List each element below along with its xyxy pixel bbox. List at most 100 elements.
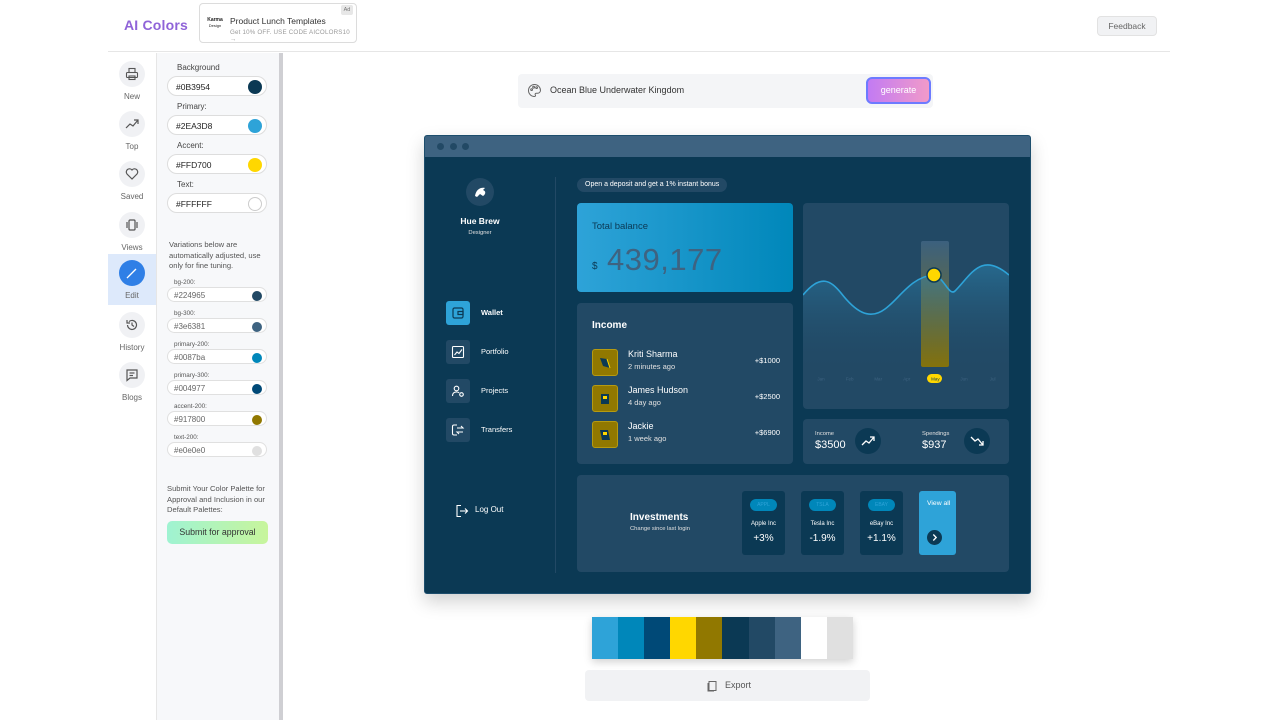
contact-name: James Hudson <box>628 385 689 395</box>
chart-line-icon <box>446 340 470 364</box>
view-all-button[interactable]: View all <box>919 491 956 555</box>
color-swatch[interactable] <box>248 80 262 94</box>
color-swatch[interactable] <box>252 352 262 363</box>
color-swatch[interactable] <box>252 290 262 301</box>
export-button[interactable]: Export <box>585 670 870 701</box>
text-color-field[interactable]: #FFFFFF <box>167 193 267 213</box>
balance-title: Total balance <box>592 221 648 232</box>
window-dot <box>437 143 444 150</box>
feedback-button[interactable]: Feedback <box>1097 16 1157 36</box>
color-swatch[interactable] <box>248 197 262 211</box>
stock-change: -1.9% <box>809 533 836 544</box>
stock-change: +3% <box>753 533 774 544</box>
variation-value: #004977 <box>174 384 206 393</box>
income-row[interactable]: James Hudson 4 day ago +$2500 <box>592 384 780 414</box>
palette-swatch[interactable] <box>696 617 723 659</box>
nav-item-new[interactable]: New <box>108 57 156 107</box>
chart-svg: Jan Feb Mar Apr May Jun Jul <box>803 241 1009 383</box>
nav-item-history[interactable]: History <box>108 308 156 358</box>
ad-subtitle: Get 10% OFF. USE CODE AICOLORS10 → <box>230 29 350 43</box>
stock-company: Tesla Inc <box>810 521 835 527</box>
palette-icon <box>527 83 542 103</box>
nav-item-edit[interactable]: Edit <box>108 254 156 305</box>
nav-item-blogs[interactable]: Blogs <box>108 358 156 408</box>
carousel-icon <box>119 212 145 238</box>
income-row[interactable]: Jackie 1 week ago +$6900 <box>592 420 780 450</box>
nav-item-saved[interactable]: Saved <box>108 157 156 207</box>
nav-item-top[interactable]: Top <box>108 107 156 157</box>
palette-swatch[interactable] <box>670 617 697 659</box>
total-balance-card: Total balance $ 439,177 <box>577 203 793 292</box>
accent-color-field[interactable]: #FFD700 <box>167 154 267 174</box>
palette-swatch[interactable] <box>800 617 827 659</box>
profile-role: Designer <box>468 230 492 236</box>
background-color-field[interactable]: #0B3954 <box>167 76 267 96</box>
chevron-right-icon <box>927 530 942 545</box>
income-spendings-card: Income $3500 Spendings $937 <box>803 419 1009 464</box>
stock-company: Apple Inc <box>750 521 777 527</box>
variation-field-bg-200[interactable]: #224965 <box>167 287 267 302</box>
editor-scrollbar[interactable] <box>279 53 283 720</box>
preview-nav-portfolio[interactable]: Portfolio <box>446 340 546 364</box>
palette-swatch[interactable] <box>592 617 619 659</box>
submit-for-approval-button[interactable]: Submit for approval <box>167 521 268 544</box>
chat-icon <box>119 362 145 388</box>
palette-swatch[interactable] <box>644 617 671 659</box>
contact-avatar <box>592 349 618 376</box>
prompt-input[interactable]: Ocean Blue Underwater Kingdom <box>550 85 684 95</box>
background-label: Background <box>177 63 220 72</box>
color-swatch[interactable] <box>248 119 262 133</box>
income-row[interactable]: Kriti Sharma 2 minutes ago +$1000 <box>592 348 780 378</box>
variation-value: #0087ba <box>174 353 206 362</box>
income-amount: +$6900 <box>754 428 780 437</box>
trending-up-icon[interactable] <box>855 428 881 454</box>
primary-color-field[interactable]: #2EA3D8 <box>167 115 267 135</box>
variation-field-bg-300[interactable]: #3e6381 <box>167 318 267 333</box>
color-swatch[interactable] <box>252 445 262 456</box>
palette-swatch[interactable] <box>774 617 801 659</box>
window-dot <box>450 143 457 150</box>
contact-time: 2 minutes ago <box>628 362 676 371</box>
palette-swatch[interactable] <box>826 617 853 659</box>
logout-button[interactable]: Log Out <box>453 503 533 519</box>
logout-icon <box>455 504 469 523</box>
month-labels: Jan Feb Mar Apr May Jun Jul <box>817 377 995 382</box>
stock-card[interactable]: TSLA Tesla Inc -1.9% <box>801 491 844 555</box>
month-label: Jan <box>817 377 825 382</box>
color-swatch[interactable] <box>252 414 262 425</box>
variation-value: #224965 <box>174 291 206 300</box>
preview-nav-projects[interactable]: Projects <box>446 379 546 403</box>
prompt-bar: Ocean Blue Underwater Kingdom generate <box>518 74 933 108</box>
variation-value: #917800 <box>174 415 206 424</box>
variations-note: Variations below are automatically adjus… <box>169 240 261 270</box>
brand-logo[interactable]: AI Colors <box>124 17 188 33</box>
nav-label: Projects <box>481 386 509 395</box>
user-gear-icon <box>446 379 470 403</box>
ad-banner[interactable]: Karma Design Product Lunch Templates Get… <box>199 3 357 43</box>
trending-down-icon[interactable] <box>964 428 990 454</box>
promo-pill[interactable]: Open a deposit and get a 1% instant bonu… <box>577 178 728 192</box>
generate-button[interactable]: generate <box>866 77 931 104</box>
stock-change: +1.1% <box>867 533 896 544</box>
color-swatch[interactable] <box>248 158 262 172</box>
palette-swatch[interactable] <box>748 617 775 659</box>
stock-card[interactable]: EBAY eBay Inc +1.1% <box>860 491 903 555</box>
variation-field-primary-200[interactable]: #0087ba <box>167 349 267 364</box>
heart-icon <box>119 161 145 187</box>
color-swatch[interactable] <box>252 383 262 394</box>
color-swatch[interactable] <box>252 321 262 332</box>
nav-label: Blogs <box>121 393 142 402</box>
copy-icon <box>706 679 718 697</box>
palette-swatch[interactable] <box>722 617 749 659</box>
preview-nav-wallet[interactable]: Wallet <box>446 301 546 325</box>
variation-field-text-200[interactable]: #e0e0e0 <box>167 442 267 457</box>
nav-label: Edit <box>125 291 139 300</box>
variation-field-accent-200[interactable]: #917800 <box>167 411 267 426</box>
preview-nav-transfers[interactable]: Transfers <box>446 418 546 442</box>
variation-field-primary-300[interactable]: #004977 <box>167 380 267 395</box>
palette-swatch[interactable] <box>618 617 645 659</box>
contact-avatar <box>592 385 618 412</box>
nav-item-views[interactable]: Views <box>108 208 156 258</box>
color-value: #0B3954 <box>176 82 211 92</box>
stock-card[interactable]: APPL Apple Inc +3% <box>742 491 785 555</box>
